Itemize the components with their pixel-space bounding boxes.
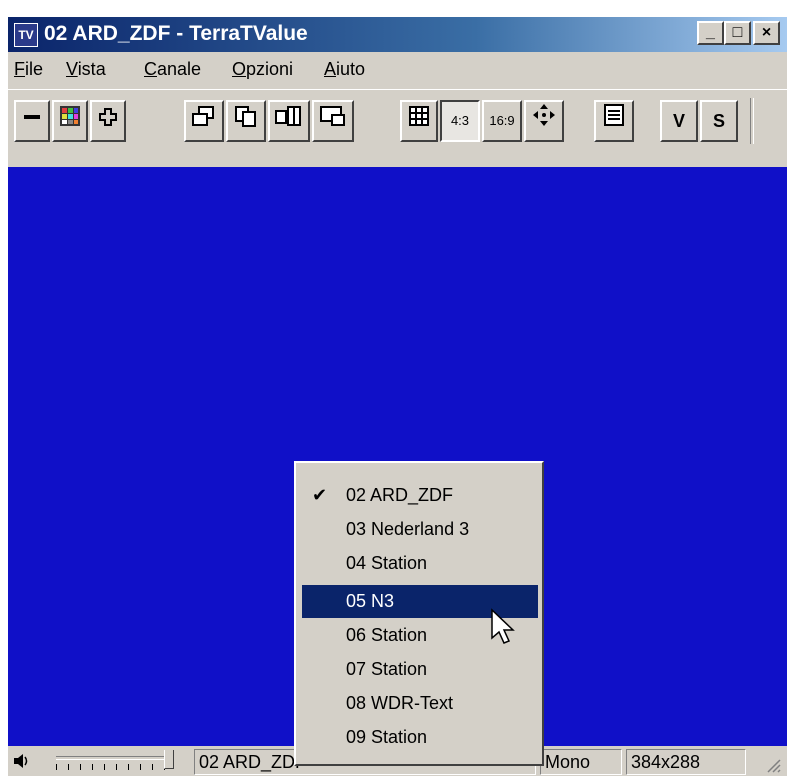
channel-item-04[interactable]: 04 Station xyxy=(302,547,538,580)
mouse-cursor-icon xyxy=(491,608,515,644)
channel-item-09[interactable]: 09 Station xyxy=(302,721,538,754)
menu-canale[interactable]: Canale xyxy=(144,59,201,80)
channel-item-03[interactable]: 03 Nederland 3 xyxy=(302,513,538,546)
volume-up-button[interactable] xyxy=(90,100,126,142)
volume-slider-thumb[interactable] xyxy=(164,750,174,769)
move-arrows-icon xyxy=(533,104,555,126)
speaker-icon[interactable] xyxy=(12,752,32,770)
checkmark-icon: ✔ xyxy=(312,485,328,505)
minimize-button[interactable]: _ xyxy=(697,21,724,45)
title-bar[interactable]: TV 02 ARD_ZDF - TerraTValue _ □ × xyxy=(8,17,787,52)
teletext-button[interactable] xyxy=(594,100,634,142)
monitor-icon xyxy=(320,106,345,126)
copy-icon xyxy=(235,106,256,127)
menu-opzioni[interactable]: Opzioni xyxy=(232,59,293,80)
menu-file[interactable]: File xyxy=(14,59,43,80)
channel-list-button[interactable] xyxy=(52,100,88,142)
aspect-43-button[interactable]: 4:3 xyxy=(440,100,480,142)
menu-vista[interactable]: Vista xyxy=(66,59,106,80)
s-button[interactable]: S xyxy=(700,100,738,142)
aspect-169-button[interactable]: 16:9 xyxy=(482,100,522,142)
grid-icon xyxy=(409,106,429,126)
maximize-button[interactable]: □ xyxy=(724,21,751,45)
menu-aiuto[interactable]: Aiuto xyxy=(324,59,365,80)
grid-color-icon xyxy=(60,106,80,126)
pan-button[interactable] xyxy=(524,100,564,142)
window-mode-button[interactable] xyxy=(184,100,224,142)
plus-icon xyxy=(99,108,117,126)
tv-app-icon[interactable]: TV xyxy=(14,23,38,47)
record-button[interactable] xyxy=(312,100,354,142)
film-icon xyxy=(275,106,301,126)
copy-button[interactable] xyxy=(226,100,266,142)
windows-icon xyxy=(192,106,214,126)
status-resolution: 384x288 xyxy=(626,749,746,775)
resize-grip-icon[interactable] xyxy=(764,756,782,774)
status-audio: Mono xyxy=(540,749,622,775)
menu-bar: File Vista Canale Opzioni Aiuto xyxy=(8,53,787,89)
window-title: 02 ARD_ZDF - TerraTValue xyxy=(44,22,308,45)
document-icon xyxy=(604,104,624,126)
snapshot-button[interactable] xyxy=(268,100,310,142)
channel-item-02[interactable]: ✔ 02 ARD_ZDF xyxy=(302,479,538,512)
volume-slider[interactable] xyxy=(46,750,186,774)
channel-item-08[interactable]: 08 WDR-Text xyxy=(302,687,538,720)
volume-down-button[interactable] xyxy=(14,100,50,142)
close-button[interactable]: × xyxy=(753,21,780,45)
toolbar-separator xyxy=(750,98,754,144)
channel-item-07[interactable]: 07 Station xyxy=(302,653,538,686)
grid-button[interactable] xyxy=(400,100,438,142)
v-button[interactable]: V xyxy=(660,100,698,142)
minus-icon xyxy=(24,115,40,119)
toolbar: 4:3 16:9 V S xyxy=(8,89,787,168)
